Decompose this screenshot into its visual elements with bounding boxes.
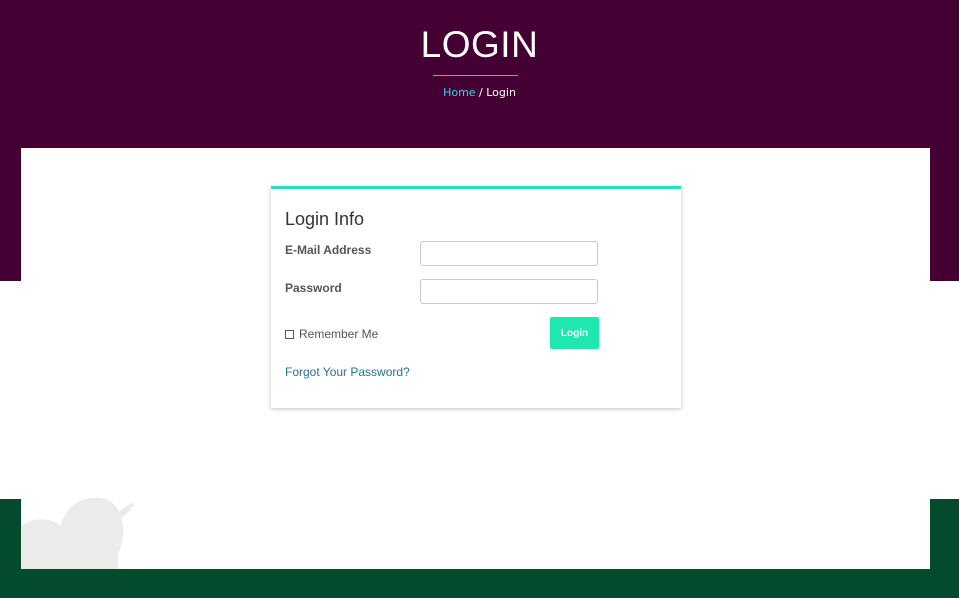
forgot-password-link[interactable]: Forgot Your Password? bbox=[285, 365, 410, 379]
breadcrumb-home-link[interactable]: Home bbox=[443, 86, 475, 99]
remember-label: Remember Me bbox=[299, 327, 379, 341]
email-field[interactable] bbox=[420, 241, 598, 266]
bird-icon bbox=[21, 497, 135, 569]
remember-me[interactable]: Remember Me bbox=[285, 327, 378, 341]
login-card: Login Info E-Mail Address Password Remem… bbox=[271, 186, 681, 408]
page-title: LOGIN bbox=[420, 24, 539, 65]
password-label: Password bbox=[285, 281, 342, 295]
login-button[interactable]: Login bbox=[550, 317, 599, 349]
breadcrumb-current: Login bbox=[486, 86, 516, 99]
remember-checkbox[interactable] bbox=[285, 329, 294, 339]
card-title: Login Info bbox=[285, 209, 365, 229]
breadcrumb: Home / Login bbox=[0, 86, 959, 99]
title-underline bbox=[433, 75, 518, 76]
breadcrumb-separator: / bbox=[475, 86, 487, 99]
email-label: E-Mail Address bbox=[285, 243, 372, 257]
password-field[interactable] bbox=[420, 279, 598, 304]
